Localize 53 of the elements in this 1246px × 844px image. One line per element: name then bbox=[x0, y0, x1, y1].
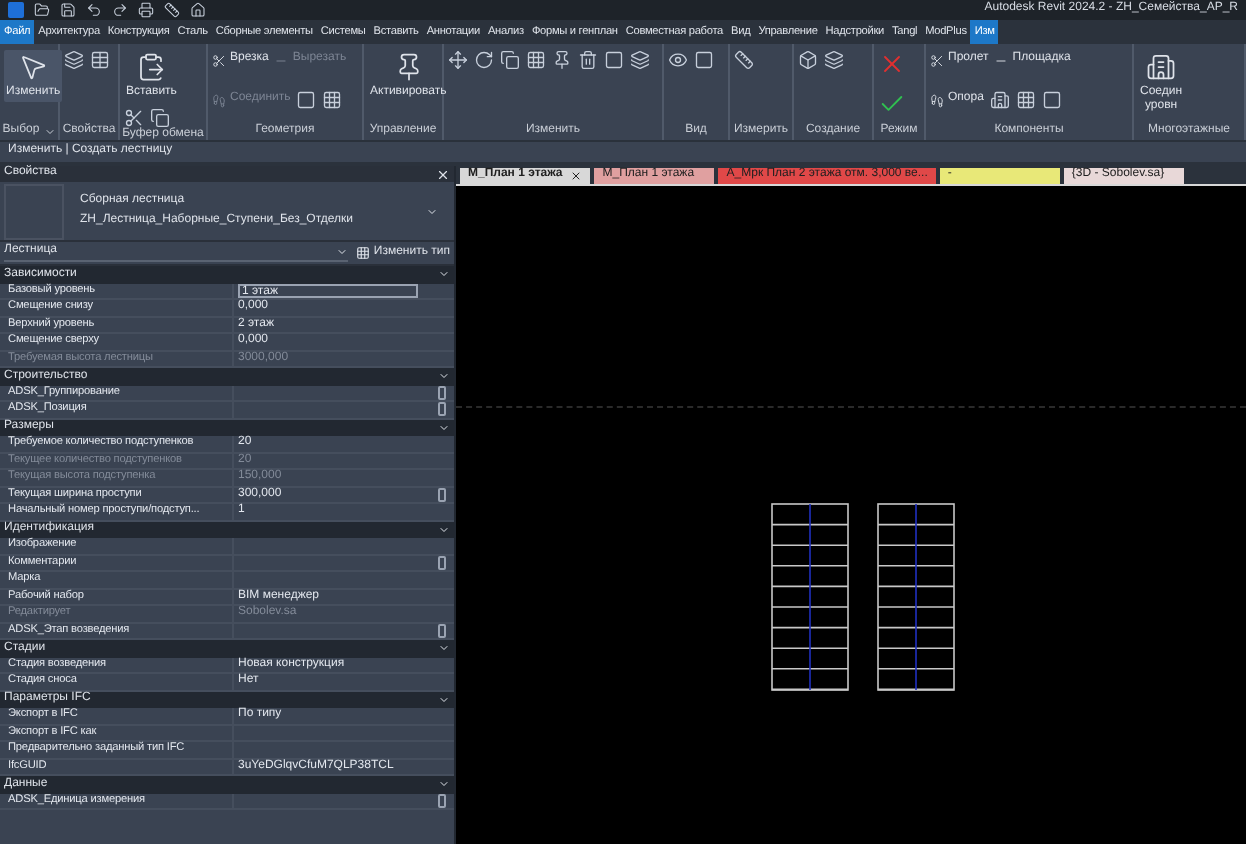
undo-icon[interactable] bbox=[86, 2, 102, 18]
layers-icon[interactable] bbox=[824, 50, 844, 70]
edit-button[interactable] bbox=[438, 555, 446, 570]
building-icon bbox=[1146, 52, 1177, 82]
eye-icon[interactable] bbox=[668, 50, 688, 70]
caret-icon bbox=[335, 246, 348, 258]
square-icon[interactable] bbox=[694, 50, 714, 70]
cut-icon[interactable] bbox=[124, 108, 144, 129]
edit-button[interactable] bbox=[438, 623, 446, 638]
redo-icon[interactable] bbox=[112, 2, 128, 18]
save-icon[interactable] bbox=[60, 2, 76, 18]
edit-button[interactable] bbox=[438, 793, 446, 808]
collapse-icon[interactable] bbox=[438, 693, 450, 706]
open-icon[interactable] bbox=[34, 2, 50, 18]
grid-icon[interactable] bbox=[322, 90, 343, 110]
edit-button[interactable] bbox=[438, 402, 446, 417]
scissors-icon bbox=[930, 53, 944, 67]
home-icon[interactable] bbox=[190, 2, 206, 18]
caret-icon[interactable] bbox=[426, 205, 438, 217]
delete-icon[interactable] bbox=[578, 50, 598, 70]
collapse-icon[interactable] bbox=[438, 370, 450, 383]
pin-icon bbox=[393, 52, 424, 82]
edit-button[interactable] bbox=[438, 385, 446, 400]
close-icon[interactable] bbox=[570, 170, 583, 182]
edit-button[interactable] bbox=[438, 487, 446, 502]
collapse-icon[interactable] bbox=[438, 421, 450, 434]
square-icon[interactable] bbox=[1041, 90, 1062, 110]
collapse-icon[interactable] bbox=[438, 268, 450, 281]
pin-icon[interactable] bbox=[552, 50, 572, 70]
copy-icon[interactable] bbox=[500, 50, 520, 70]
scissors-icon bbox=[212, 53, 226, 67]
move-icon[interactable] bbox=[448, 50, 468, 70]
rotate-icon[interactable] bbox=[474, 50, 494, 70]
footprints-icon bbox=[212, 93, 226, 107]
collapse-icon[interactable] bbox=[438, 642, 450, 655]
building-icon[interactable] bbox=[989, 90, 1010, 110]
array-icon[interactable] bbox=[526, 50, 546, 70]
caret-icon bbox=[43, 126, 56, 138]
copy-icon[interactable] bbox=[150, 108, 170, 129]
cube-icon[interactable] bbox=[798, 50, 818, 70]
collapse-icon[interactable] bbox=[438, 523, 450, 536]
square-icon[interactable] bbox=[296, 90, 317, 110]
collapse-icon[interactable] bbox=[438, 778, 450, 791]
table-icon[interactable] bbox=[90, 50, 110, 70]
ruler-icon[interactable] bbox=[734, 50, 754, 70]
measure-icon[interactable] bbox=[164, 2, 180, 18]
print-icon[interactable] bbox=[138, 2, 154, 18]
cursor-icon bbox=[18, 52, 49, 82]
grid-icon bbox=[355, 246, 370, 260]
footprints-icon bbox=[930, 93, 944, 107]
type-preview bbox=[4, 183, 64, 239]
grid-icon[interactable] bbox=[1015, 90, 1036, 110]
clipboard-icon bbox=[136, 52, 167, 82]
